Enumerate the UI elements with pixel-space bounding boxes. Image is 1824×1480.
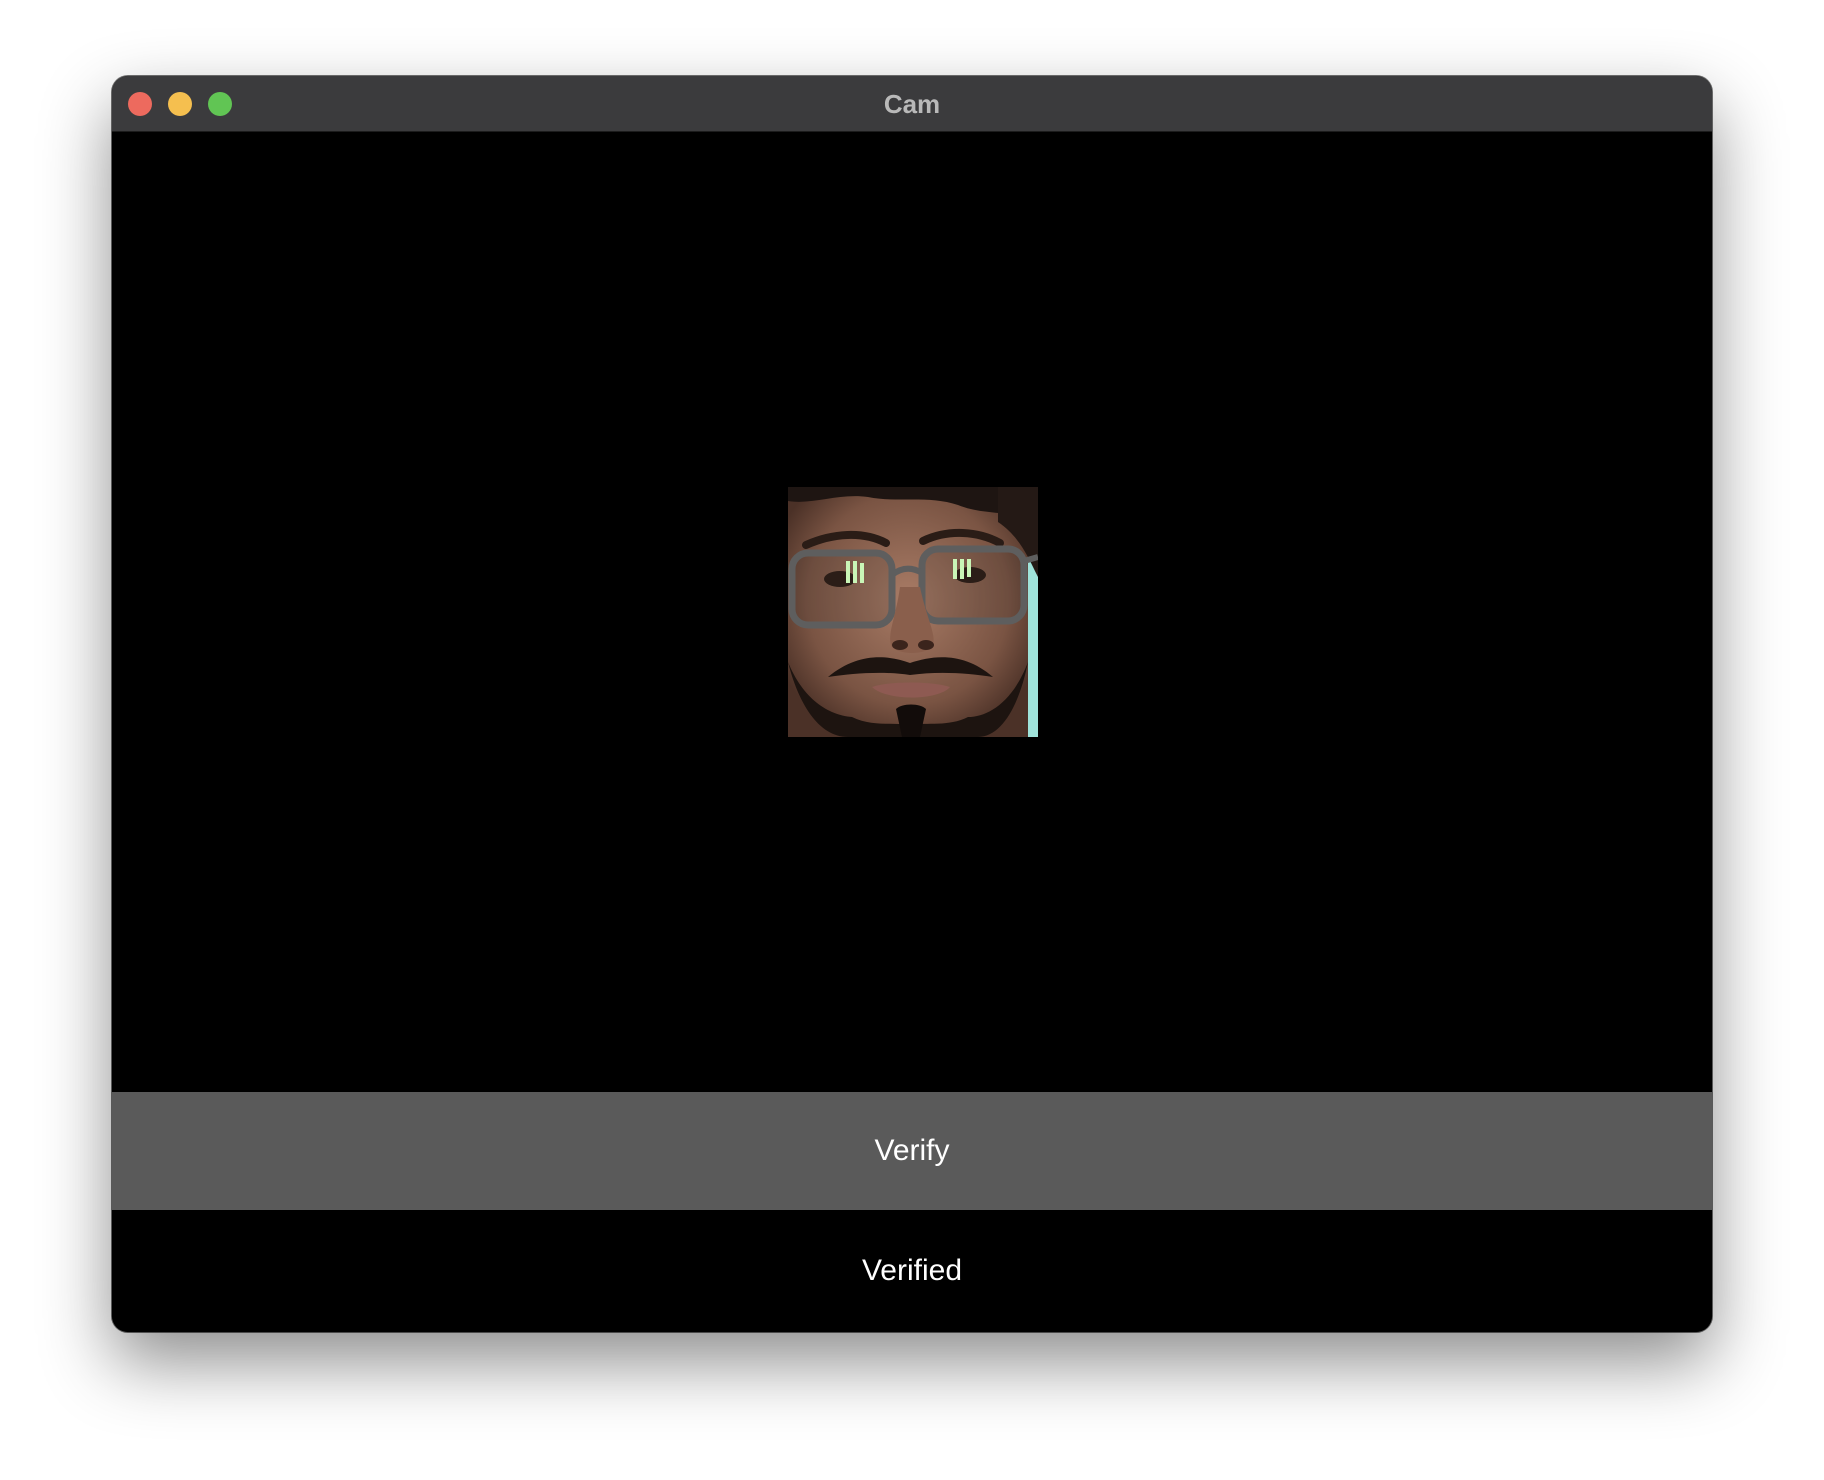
title-bar[interactable]: Cam (112, 76, 1712, 132)
status-text: Verified (112, 1210, 1712, 1332)
verify-button[interactable]: Verify (112, 1092, 1712, 1210)
window-title: Cam (883, 89, 941, 119)
app-window: Cam Verify Verified (112, 76, 1712, 1332)
camera-view (112, 132, 1712, 1092)
face-preview (788, 487, 1038, 737)
